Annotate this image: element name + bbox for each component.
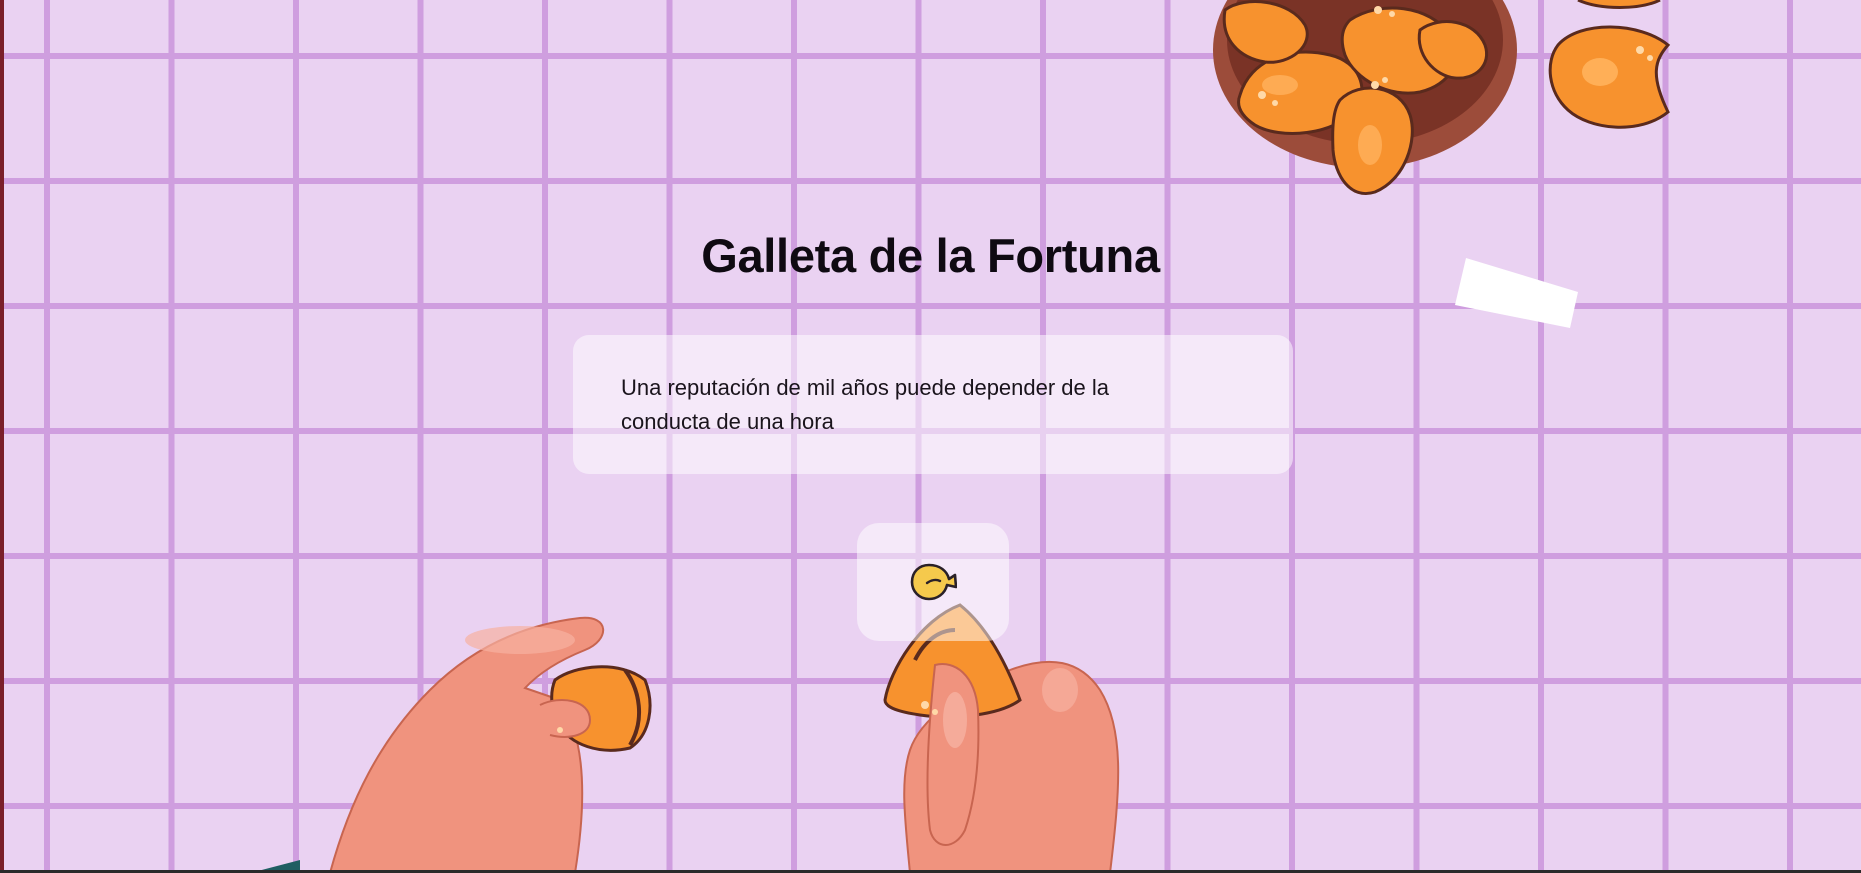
left-hand-illustration (250, 616, 652, 873)
fortune-page: Galleta de la Fortuna Una reputación de … (0, 0, 1861, 873)
fortune-card: Una reputación de mil años puede depende… (573, 335, 1293, 474)
cookie-bowl-illustration (1213, 0, 1517, 195)
page-title: Galleta de la Fortuna (701, 229, 1160, 282)
right-hand-illustration (883, 603, 1120, 873)
loose-cookie-illustration (1548, 0, 1671, 129)
fortune-message: Una reputación de mil años puede depende… (621, 375, 1110, 434)
fortune-cookie-icon (910, 563, 957, 601)
window-edge (0, 0, 4, 873)
crack-cookie-button[interactable] (857, 523, 1009, 641)
